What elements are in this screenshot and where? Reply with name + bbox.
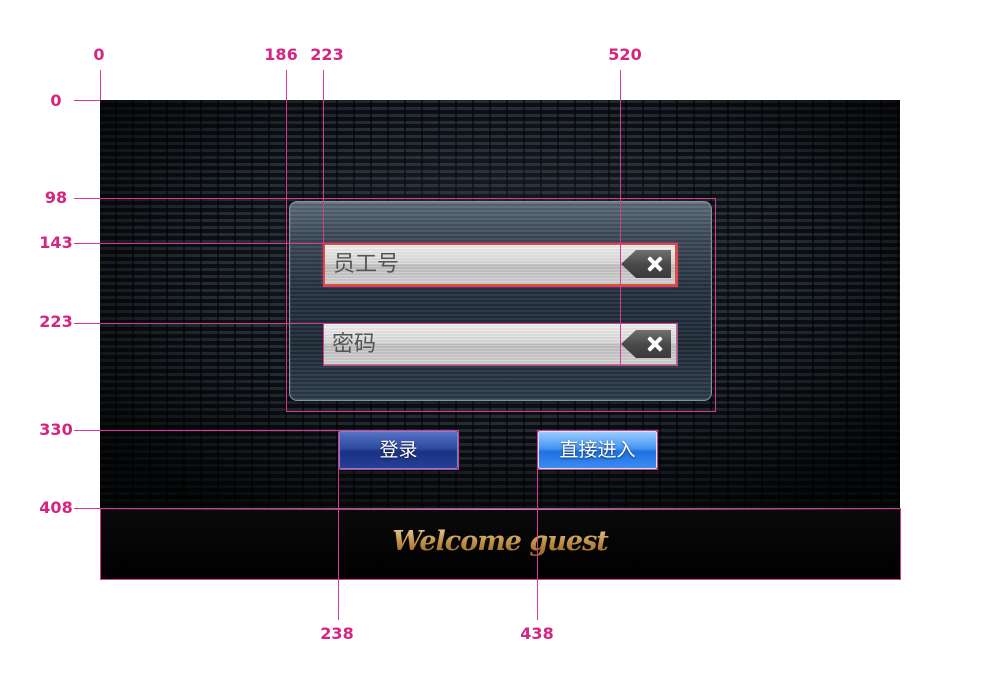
annotation-label-top: 223 [310, 45, 344, 64]
annotation-label-top: 0 [93, 45, 105, 64]
annotation-label-left: 0 [50, 91, 62, 110]
login-button[interactable]: 登录 [339, 431, 458, 469]
employee-id-field [323, 243, 677, 286]
annotation-label-bottom: 238 [320, 624, 354, 643]
password-field [323, 323, 677, 365]
login-panel [289, 201, 712, 401]
annotation-label-top: 186 [264, 45, 298, 64]
annotation-label-left: 98 [44, 188, 68, 207]
close-icon [646, 255, 664, 273]
annotation-line [100, 70, 101, 100]
spec-canvas: 登录 直接进入 Welcome guest 0 186 223 520 0 98… [0, 0, 1000, 680]
annotation-line [74, 100, 100, 101]
annotation-label-left: 330 [39, 420, 73, 439]
annotation-label-bottom: 438 [520, 624, 554, 643]
welcome-message: Welcome guest [100, 526, 900, 557]
annotation-label-left: 223 [39, 312, 73, 331]
annotation-line [74, 508, 100, 509]
footer-bar: Welcome guest [100, 508, 900, 580]
annotation-label-left: 408 [39, 498, 73, 517]
close-icon [646, 335, 664, 353]
annotation-label-left: 143 [39, 233, 73, 252]
annotation-label-top: 520 [608, 45, 642, 64]
direct-entry-button[interactable]: 直接进入 [538, 431, 657, 469]
